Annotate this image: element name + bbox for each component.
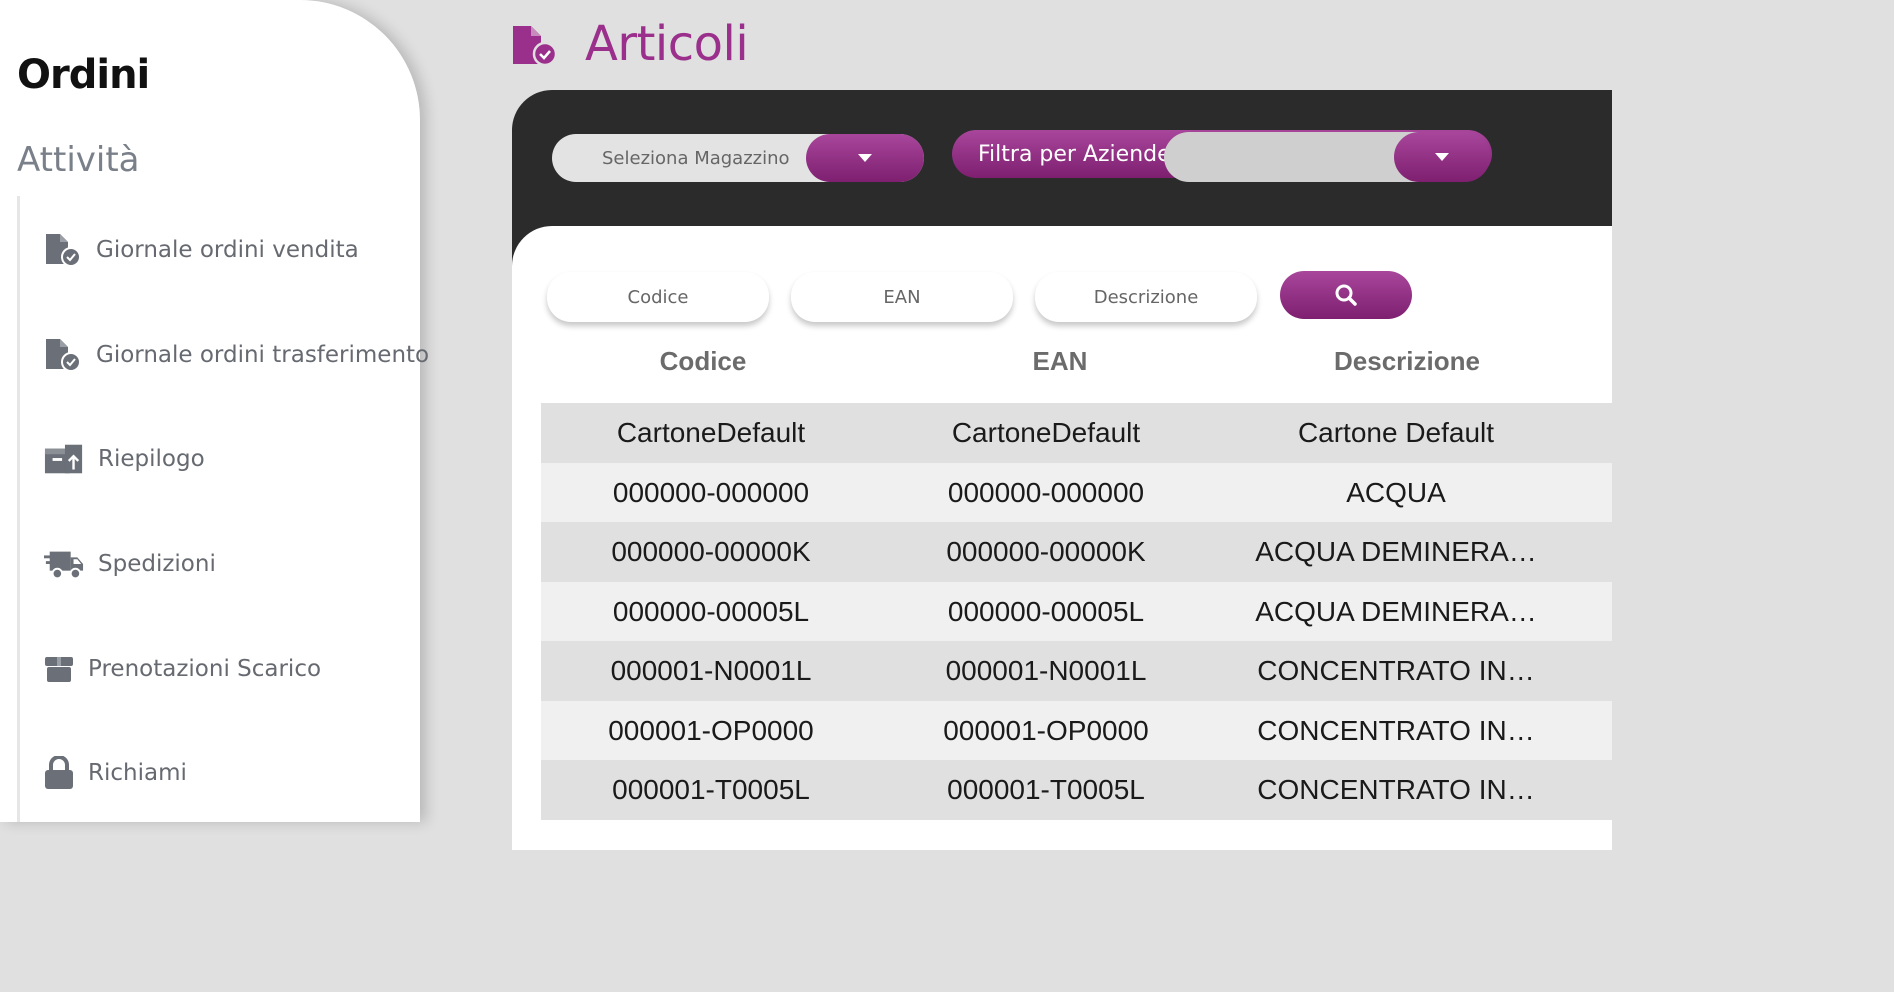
column-header-ean[interactable]: EAN — [980, 346, 1140, 377]
chevron-down-icon — [858, 154, 872, 162]
company-filter-value[interactable] — [1164, 132, 1424, 182]
warehouse-dropdown-button[interactable] — [806, 134, 924, 182]
sidebar-item-label: Richiami — [88, 760, 187, 786]
truck-icon — [44, 544, 84, 584]
cell-codice: 000001-OP0000 — [608, 715, 814, 746]
sidebar-item-spedizioni[interactable]: Spedizioni — [44, 542, 216, 586]
sidebar-item-label: Riepilogo — [98, 446, 205, 472]
code-filter-input[interactable] — [547, 272, 769, 322]
cell-ean: 000001-T0005L — [947, 774, 1145, 805]
sidebar-item-giornale-ordini-vendita[interactable]: Giornale ordini vendita — [44, 228, 359, 272]
cell-descrizione: CONCENTRATO IN… — [1257, 774, 1535, 805]
cell-descrizione: ACQUA DEMINERA… — [1255, 596, 1537, 627]
table-row[interactable]: 000000-000000 000000-000000 ACQUA — [541, 463, 1612, 523]
table-row[interactable]: 000001-N0001L 000001-N0001L CONCENTRATO … — [541, 641, 1612, 701]
lock-icon — [44, 753, 76, 793]
main-panel: Seleziona Magazzino Filtra per Aziende C… — [512, 90, 1612, 850]
sidebar-item-riepilogo[interactable]: Riepilogo — [44, 437, 205, 481]
ean-filter-input[interactable] — [791, 272, 1013, 322]
cell-ean: 000000-000000 — [947, 477, 1145, 508]
cell-descrizione: CONCENTRATO IN… — [1257, 715, 1535, 746]
table-row[interactable]: 000000-00005L 000000-00005L ACQUA DEMINE… — [541, 582, 1612, 642]
sidebar-item-richiami[interactable]: Richiami — [44, 751, 187, 795]
cell-descrizione: CONCENTRATO IN… — [1257, 655, 1535, 686]
table-row[interactable]: CartoneDefault CartoneDefault Cartone De… — [541, 403, 1612, 463]
column-header-descrizione[interactable]: Descrizione — [1302, 346, 1512, 377]
cell-descrizione: ACQUA DEMINERA… — [1255, 536, 1537, 567]
sidebar-item-label: Prenotazioni Scarico — [88, 656, 322, 682]
file-check-icon — [44, 230, 84, 270]
column-header-codice[interactable]: Codice — [623, 346, 783, 377]
cell-descrizione: Cartone Default — [1297, 417, 1495, 448]
warehouse-select-placeholder: Seleziona Magazzino — [602, 147, 790, 169]
search-icon — [1335, 284, 1357, 306]
sidebar-item-prenotazioni-scarico[interactable]: Prenotazioni Scarico — [44, 647, 321, 691]
table-row[interactable]: 000001-T0005L 000001-T0005L CONCENTRATO … — [541, 760, 1612, 820]
company-filter-select[interactable]: Filtra per Aziende — [952, 130, 1492, 182]
table-row[interactable]: 000000-00000K 000000-00000K ACQUA DEMINE… — [541, 522, 1612, 582]
cell-ean: 000000-00005L — [947, 596, 1145, 627]
cell-codice: 000001-N0001L — [610, 655, 812, 686]
cell-descrizione: ACQUA — [1346, 477, 1446, 508]
cell-codice: CartoneDefault — [616, 417, 806, 448]
sidebar-section-title: Attività — [17, 140, 140, 180]
company-dropdown-button[interactable] — [1394, 132, 1490, 182]
description-filter-input[interactable] — [1035, 272, 1257, 322]
chevron-down-icon — [1435, 153, 1449, 161]
sidebar-rail — [17, 196, 20, 822]
cell-codice: 000000-00000K — [611, 536, 811, 567]
table-row[interactable]: 000001-OP0000 000001-OP0000 CONCENTRATO … — [541, 701, 1612, 761]
sidebar: Ordini Attività Giornale ordini vendita … — [0, 0, 429, 822]
sidebar-item-label: Giornale ordini trasferimento — [96, 342, 430, 368]
sidebar-item-giornale-ordini-trasferimento[interactable]: Giornale ordini trasferimento — [44, 333, 429, 377]
cell-codice: 000000-00005L — [612, 596, 810, 627]
file-check-icon — [511, 24, 559, 68]
file-check-icon — [44, 335, 84, 375]
cell-codice: 000001-T0005L — [612, 774, 810, 805]
cell-ean: CartoneDefault — [951, 417, 1141, 448]
sidebar-item-label: Giornale ordini vendita — [96, 237, 359, 263]
cell-ean: 000001-OP0000 — [943, 715, 1149, 746]
box-icon — [44, 649, 76, 689]
cell-ean: 000000-00000K — [946, 536, 1146, 567]
boxes-upload-icon — [44, 439, 84, 479]
page-title: Articoli — [585, 16, 749, 72]
cell-ean: 000001-N0001L — [945, 655, 1147, 686]
cell-codice: 000000-000000 — [612, 477, 810, 508]
sidebar-title: Ordini — [17, 52, 150, 98]
sidebar-item-label: Spedizioni — [98, 551, 216, 577]
search-button[interactable] — [1280, 271, 1412, 319]
articles-panel: Codice EAN Descrizione CartoneDefault Ca… — [512, 226, 1612, 850]
company-filter-label: Filtra per Aziende — [978, 141, 1171, 167]
warehouse-select[interactable]: Seleziona Magazzino — [552, 134, 924, 182]
